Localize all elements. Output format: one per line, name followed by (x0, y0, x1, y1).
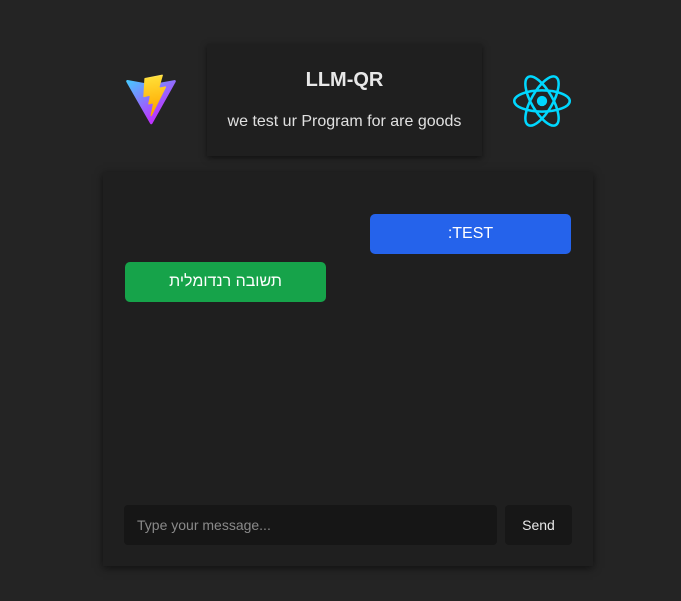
send-button[interactable]: Send (505, 505, 572, 545)
user-message: TEST: (370, 214, 571, 254)
app-subtitle: we test ur Program for are goods (227, 113, 462, 130)
app-title: LLM-QR (305, 69, 384, 91)
vite-logo-icon[interactable] (125, 74, 177, 126)
bot-message-text: תשובה רנדומלית (169, 273, 282, 290)
header: LLM-QR we test ur Program for are goods (0, 0, 681, 170)
react-logo-icon[interactable] (513, 72, 571, 130)
user-message-text: TEST: (447, 225, 494, 242)
title-card: LLM-QR we test ur Program for are goods (207, 44, 482, 156)
chat-panel: TEST: תשובה רנדומלית Send (103, 172, 593, 566)
message-input[interactable] (124, 505, 497, 545)
bot-message: תשובה רנדומלית (125, 262, 326, 302)
